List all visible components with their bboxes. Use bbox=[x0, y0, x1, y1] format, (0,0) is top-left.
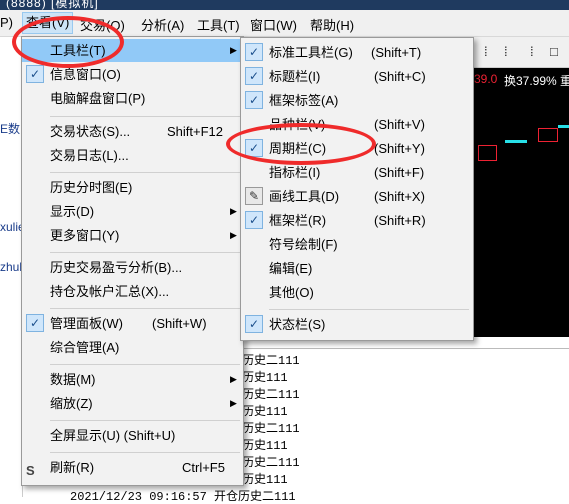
menu-separator bbox=[50, 308, 240, 309]
menu-separator bbox=[269, 309, 469, 310]
submenu-item-symbol-drawing[interactable]: 符号绘制(F) bbox=[241, 233, 473, 256]
menu-separator bbox=[50, 364, 240, 365]
menu-item-zoom[interactable]: 缩放(Z) ▶ bbox=[22, 392, 243, 415]
submenu-item-drawing-tools[interactable]: ✎ 画线工具(D) (Shift+X) bbox=[241, 185, 473, 208]
menu-item-more-windows[interactable]: 更多窗口(Y) ▶ bbox=[22, 224, 243, 247]
candle-flat bbox=[505, 140, 527, 143]
menu-item-history-chart[interactable]: 历史分时图(E) bbox=[22, 176, 243, 199]
chart-toolbar: ⁞ ⁞ ⁞ □ bbox=[472, 37, 569, 68]
pencil-icon: ✎ bbox=[245, 187, 263, 205]
menu-item-analysis-window[interactable]: 电脑解盘窗口(P) bbox=[22, 87, 243, 110]
price-text: 39.0 bbox=[474, 72, 498, 86]
submenu-item-standard-toolbar[interactable]: ✓ 标准工具栏(G) (Shift+T) bbox=[241, 41, 473, 64]
submenu-item-indicator-bar[interactable]: 指标栏(I) (Shift+F) bbox=[241, 161, 473, 184]
check-icon: ✓ bbox=[245, 211, 263, 229]
menu-item-pnl-analysis[interactable]: 历史交易盈亏分析(B)... bbox=[22, 256, 243, 279]
menu-item-general-manage[interactable]: 综合管理(A) bbox=[22, 336, 243, 359]
candle-flat bbox=[558, 125, 569, 128]
log-row: 2021/12/23 09:16:57 开仓历史二111 bbox=[70, 490, 296, 504]
title-bar: (8888) [模拟机] bbox=[0, 0, 569, 10]
menu-analysis[interactable]: 分析(A) bbox=[141, 15, 184, 34]
menu-item-fullscreen[interactable]: 全屏显示(U) (Shift+U) bbox=[22, 424, 243, 447]
toolbar-icon[interactable]: ⁞ bbox=[504, 44, 508, 59]
annotation-circle bbox=[12, 16, 124, 68]
submenu-arrow-icon: ▶ bbox=[230, 45, 237, 55]
submenu-arrow-icon: ▶ bbox=[230, 230, 237, 240]
log-row: 历史111 bbox=[242, 473, 288, 487]
log-row: 历史111 bbox=[242, 439, 288, 453]
toolbar-submenu: ✓ 标准工具栏(G) (Shift+T) ✓ 标题栏(I) (Shift+C) … bbox=[240, 37, 474, 341]
submenu-item-other[interactable]: 其他(O) bbox=[241, 281, 473, 304]
submenu-item-edit[interactable]: 编辑(E) bbox=[241, 257, 473, 280]
submenu-item-frame-tabs[interactable]: ✓ 框架标签(A) bbox=[241, 89, 473, 112]
submenu-arrow-icon: ▶ bbox=[230, 374, 237, 384]
menu-item-position-summary[interactable]: 持仓及帐户汇总(X)... bbox=[22, 280, 243, 303]
check-icon: ✓ bbox=[26, 314, 44, 332]
check-icon: ✓ bbox=[26, 65, 44, 83]
menu-item-display[interactable]: 显示(D) ▶ bbox=[22, 200, 243, 223]
submenu-arrow-icon: ▶ bbox=[230, 206, 237, 216]
menu-separator bbox=[50, 172, 240, 173]
menu-help[interactable]: 帮助(H) bbox=[310, 15, 354, 34]
candle bbox=[478, 145, 497, 161]
menu-partial[interactable]: P) bbox=[0, 15, 13, 30]
left-text-fragment: zhul bbox=[0, 260, 23, 274]
check-icon: ✓ bbox=[245, 67, 263, 85]
toolbar-icon[interactable]: ⁞ bbox=[484, 44, 488, 59]
menu-item-manage-panel[interactable]: ✓ 管理面板(W) (Shift+W) bbox=[22, 312, 243, 335]
extra-text: 重 bbox=[560, 74, 569, 88]
menu-tools[interactable]: 工具(T) bbox=[197, 15, 240, 34]
log-row: 历史111 bbox=[242, 405, 288, 419]
check-icon: ✓ bbox=[245, 43, 263, 61]
menu-item-refresh[interactable]: S 刷新(R) Ctrl+F5 bbox=[22, 456, 243, 479]
turnover-text: 换37.99% bbox=[504, 74, 557, 88]
chart-header: 39.0 换37.99% 重 bbox=[472, 68, 569, 88]
submenu-arrow-icon: ▶ bbox=[230, 398, 237, 408]
check-icon: ✓ bbox=[245, 91, 263, 109]
submenu-item-title-bar[interactable]: ✓ 标题栏(I) (Shift+C) bbox=[241, 65, 473, 88]
log-row: 历史二111 bbox=[242, 422, 300, 436]
window-title: (8888) [模拟机] bbox=[6, 0, 99, 10]
log-row: 历史二111 bbox=[242, 388, 300, 402]
menu-item-data[interactable]: 数据(M) ▶ bbox=[22, 368, 243, 391]
log-row: 历史111 bbox=[242, 371, 288, 385]
log-row: 历史二111 bbox=[242, 354, 300, 368]
left-text-fragment: E数 bbox=[0, 122, 21, 136]
refresh-icon: S bbox=[26, 463, 35, 478]
submenu-item-frame-bar[interactable]: ✓ 框架栏(R) (Shift+R) bbox=[241, 209, 473, 232]
menu-window[interactable]: 窗口(W) bbox=[250, 15, 297, 34]
menu-item-trade-log[interactable]: 交易日志(L)... bbox=[22, 144, 243, 167]
candle bbox=[538, 128, 558, 142]
menu-separator bbox=[50, 116, 240, 117]
menu-item-trade-status[interactable]: 交易状态(S)... Shift+F12 bbox=[22, 120, 243, 143]
check-icon: ✓ bbox=[245, 315, 263, 333]
toolbar-icon[interactable]: □ bbox=[550, 44, 558, 59]
log-row: 历史二111 bbox=[242, 456, 300, 470]
toolbar-icon[interactable]: ⁞ bbox=[530, 44, 534, 59]
menu-separator bbox=[50, 252, 240, 253]
submenu-item-status-bar[interactable]: ✓ 状态栏(S) bbox=[241, 313, 473, 336]
menu-separator bbox=[50, 420, 240, 421]
view-menu: 工具栏(T) ▶ ✓ 信息窗口(O) 电脑解盘窗口(P) 交易状态(S)... … bbox=[21, 36, 244, 486]
left-panel: E数 xulie zhul bbox=[0, 37, 25, 497]
annotation-circle bbox=[226, 123, 376, 165]
menu-separator bbox=[50, 452, 240, 453]
